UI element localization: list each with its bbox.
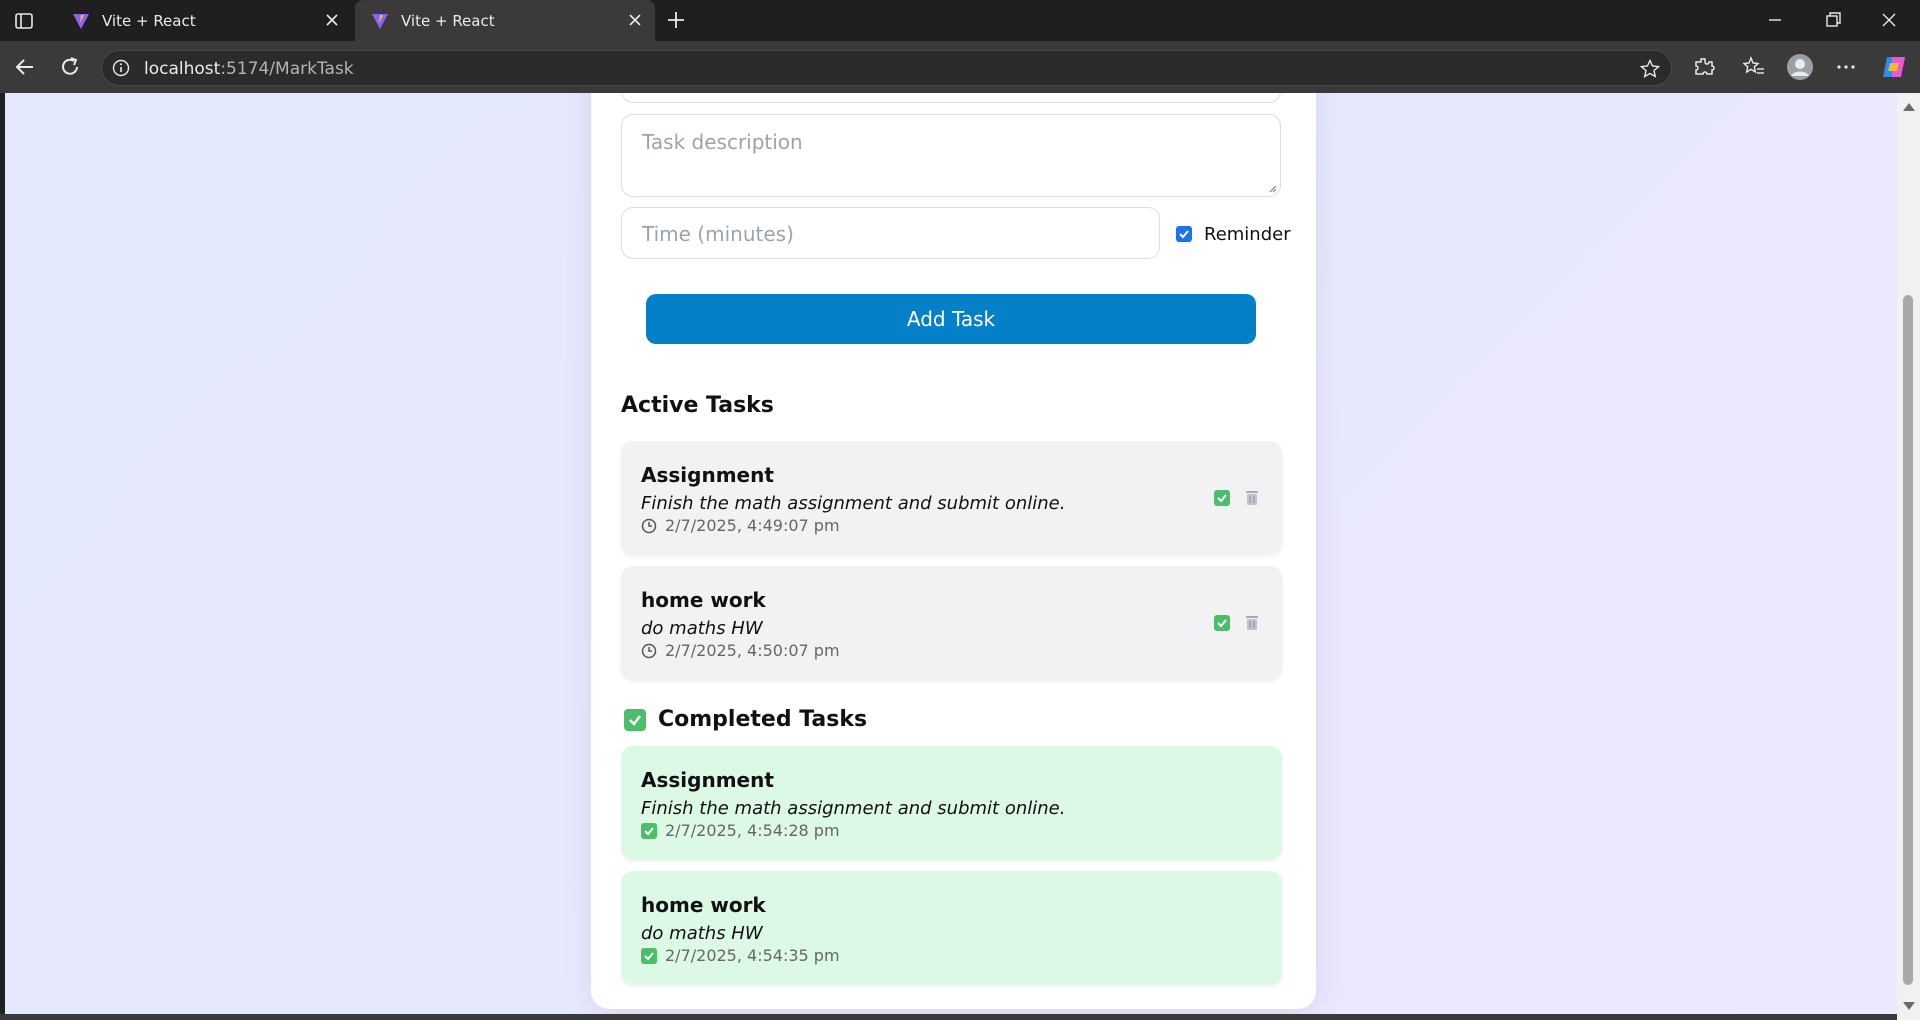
task-actions [1214, 489, 1260, 506]
time-placeholder: Time (minutes) [642, 222, 794, 246]
checkmark-icon [1179, 230, 1189, 239]
task-card: Task description Time (minutes) Reminder… [591, 93, 1316, 1009]
close-window-icon[interactable] [1877, 8, 1901, 32]
profile-avatar-icon[interactable] [1786, 53, 1814, 81]
scroll-down-arrow-icon[interactable] [1903, 1002, 1915, 1010]
new-tab-icon[interactable] [664, 8, 688, 32]
task-timestamp: 2/7/2025, 4:49:07 pm [641, 516, 840, 535]
url-text: localhost:5174/MarkTask [144, 59, 354, 79]
mark-complete-button[interactable] [1214, 614, 1230, 631]
task-description: Finish the math assignment and submit on… [641, 493, 1066, 514]
task-actions [1214, 614, 1260, 631]
completed-heading-text: Completed Tasks [658, 707, 868, 732]
delete-trash-icon[interactable] [1244, 614, 1260, 631]
task-title: home work [641, 893, 766, 917]
task-time-text: 2/7/2025, 4:54:35 pm [665, 946, 840, 965]
task-time-text: 2/7/2025, 4:54:28 pm [665, 821, 840, 840]
scrollbar-thumb[interactable] [1903, 295, 1913, 985]
url-path: :5174/MarkTask [220, 59, 354, 79]
task-description: Finish the math assignment and submit on… [641, 798, 1066, 819]
task-description: do maths HW [641, 618, 763, 639]
info-icon[interactable] [112, 59, 130, 77]
more-menu-icon[interactable] [1834, 55, 1858, 79]
back-arrow-icon[interactable] [12, 54, 38, 80]
description-placeholder: Task description [642, 130, 803, 154]
vertical-scrollbar[interactable] [1897, 93, 1920, 1020]
task-title-input[interactable] [621, 93, 1281, 103]
tab-actions-icon[interactable] [12, 9, 36, 33]
address-bar[interactable]: localhost:5174/MarkTask [101, 50, 1672, 86]
check-mark-icon [641, 822, 657, 839]
resize-grip-icon[interactable] [1267, 183, 1277, 193]
refresh-icon[interactable] [57, 54, 83, 80]
page-viewport: Task description Time (minutes) Reminder… [5, 93, 1897, 1014]
mark-complete-button[interactable] [1214, 489, 1230, 506]
tab-1[interactable]: Vite + React [56, 0, 352, 41]
window-bottom-edge [0, 1014, 1897, 1020]
minimize-icon[interactable] [1763, 8, 1787, 32]
completed-tasks-heading: Completed Tasks [624, 707, 867, 732]
task-time-text: 2/7/2025, 4:50:07 pm [665, 641, 840, 660]
close-icon[interactable] [627, 12, 643, 28]
task-title: Assignment [641, 463, 774, 487]
task-timestamp: 2/7/2025, 4:54:28 pm [641, 821, 840, 840]
close-icon[interactable] [324, 12, 340, 28]
delete-trash-icon[interactable] [1244, 489, 1260, 506]
task-title: home work [641, 588, 766, 612]
extensions-icon[interactable] [1692, 55, 1716, 79]
add-task-button[interactable]: Add Task [646, 294, 1256, 344]
checkmark-icon [1217, 493, 1227, 502]
copilot-icon[interactable] [1880, 53, 1908, 81]
task-title: Assignment [641, 768, 774, 792]
task-description-input[interactable]: Task description [621, 114, 1281, 197]
completed-task-item: home work do maths HW 2/7/2025, 4:54:35 … [621, 871, 1282, 985]
reminder-label: Reminder [1204, 223, 1291, 245]
vite-favicon-icon [372, 13, 388, 29]
tab-2-active[interactable]: Vite + React [355, 0, 655, 41]
vite-favicon-icon [73, 13, 89, 29]
reminder-checkbox[interactable] [1176, 226, 1192, 242]
favorite-star-icon[interactable] [1639, 58, 1661, 80]
active-task-item: home work do maths HW 2/7/2025, 4:50:07 … [621, 566, 1282, 680]
tab-bar: Vite + React Vite + React [0, 0, 1920, 41]
time-minutes-input[interactable]: Time (minutes) [621, 207, 1160, 259]
task-timestamp: 2/7/2025, 4:50:07 pm [641, 641, 840, 660]
favorites-icon[interactable] [1742, 55, 1766, 79]
check-mark-icon [641, 947, 657, 964]
check-mark-icon [624, 708, 646, 731]
tab-title: Vite + React [102, 11, 196, 30]
tab-title: Vite + React [401, 11, 495, 30]
browser-toolbar: localhost:5174/MarkTask [0, 41, 1920, 93]
reminder-toggle[interactable]: Reminder [1176, 223, 1291, 245]
task-description: do maths HW [641, 923, 763, 944]
active-task-item: Assignment Finish the math assignment an… [621, 441, 1282, 555]
completed-task-item: Assignment Finish the math assignment an… [621, 746, 1282, 860]
clock-icon [641, 518, 657, 534]
scroll-up-arrow-icon[interactable] [1903, 103, 1915, 111]
clock-icon [641, 643, 657, 659]
checkmark-icon [1217, 618, 1227, 627]
restore-icon[interactable] [1821, 8, 1845, 32]
url-host: localhost [144, 59, 221, 79]
task-timestamp: 2/7/2025, 4:54:35 pm [641, 946, 840, 965]
task-time-text: 2/7/2025, 4:49:07 pm [665, 516, 840, 535]
active-tasks-heading: Active Tasks [621, 393, 774, 418]
